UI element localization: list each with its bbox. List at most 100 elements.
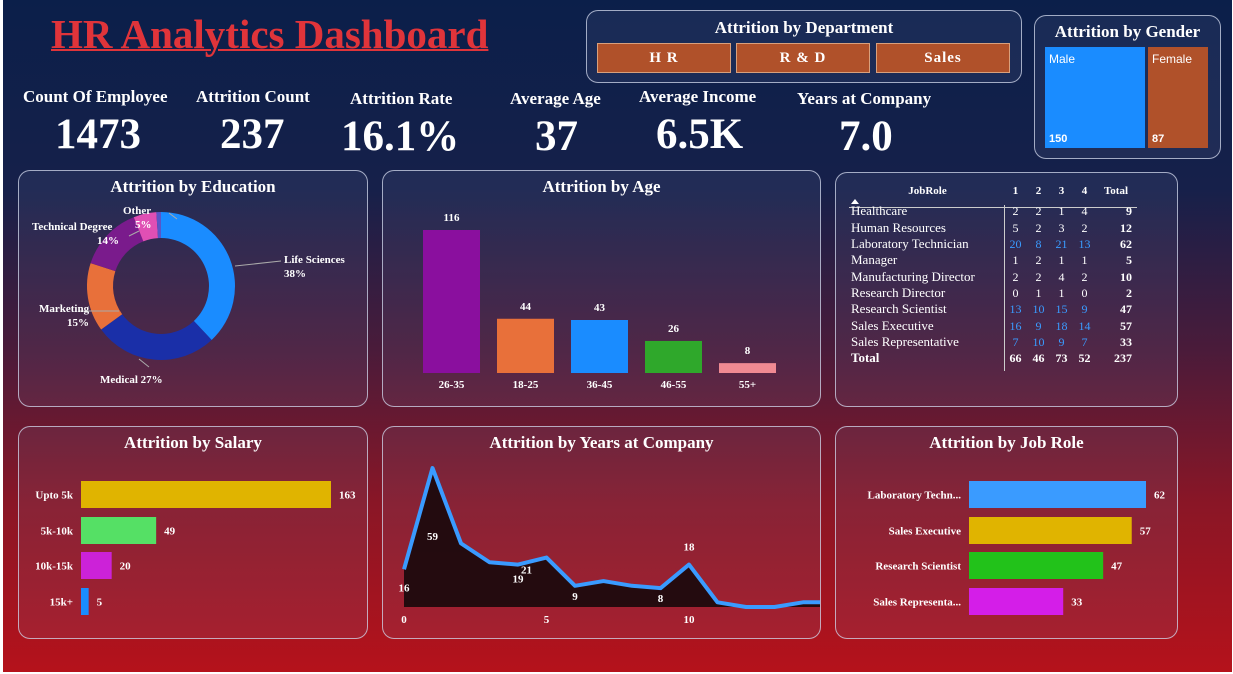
header-jobrole[interactable]: JobRole [851,183,1004,199]
matrix-cell: 13 [1009,302,1022,317]
matrix-total-cell: 57 [1120,318,1132,333]
matrix-row[interactable]: Healthcare 2 2 1 4 9 [851,203,1136,219]
matrix-cell: 1 [1012,253,1019,268]
header-total[interactable]: Total [1096,183,1136,199]
years-point-label: 21 [521,565,532,577]
age-tick-label: 26-35 [439,379,465,391]
matrix-cell: 5 [1012,220,1019,235]
matrix-cell: 3 [1058,220,1065,235]
header-4[interactable]: 4 [1073,183,1096,199]
jobrole-category-label: Research Scientist [875,561,961,573]
leader-line [138,358,150,368]
matrix-grand-total-cell: 66 [1009,351,1022,366]
matrix-total-cell: 33 [1120,334,1132,349]
jobrole-bar-value: 62 [1154,490,1166,502]
header-3[interactable]: 3 [1050,183,1073,199]
age-bar [719,363,776,373]
jobrole-bar [969,481,1146,508]
matrix-total-cell: 9 [1126,204,1132,219]
matrix-row[interactable]: Research Director 0 1 1 0 2 [851,285,1136,301]
matrix-total-cell: 47 [1120,302,1132,317]
years-x-tick: 5 [544,614,550,626]
matrix-cell: 1 [1058,204,1065,219]
jobrole-bar [969,552,1104,579]
jobrole-bar-value: 47 [1111,561,1123,573]
female-tile[interactable]: Female 87 [1148,47,1208,148]
jobrole-matrix: JobRole 1 2 3 4 Total Healthcare 2 2 1 4 9 Hum… [851,183,1136,366]
years-point-label: 59 [427,531,439,543]
department-title: Attrition by Department [714,18,894,37]
matrix-cell: 13 [1078,237,1091,252]
salary-bar-value: 5 [97,597,103,609]
header-1[interactable]: 1 [1004,183,1027,199]
years-area-chart: 165919219 8180 5 10 [399,466,820,626]
matrix-rowlabel: Human Resources [851,219,946,235]
gender-panel: Attrition by Gender Male 150 Female 87 [1034,15,1221,159]
matrix-total-row: Total 66 46 73 52 237 [851,350,1136,366]
matrix-row[interactable]: Manufacturing Director 2 2 4 2 10 [851,268,1136,284]
kpi-label-attrition-count: Attrition Count [196,87,310,106]
matrix-cell: 2 [1035,269,1042,284]
matrix-rowlabel: Sales Representative [851,333,959,349]
matrix-row[interactable]: Sales Executive 16 9 18 14 57 [851,317,1136,333]
label-other: Other [123,205,152,217]
gender-title: Attrition by Gender [1054,22,1201,41]
salary-bar-value: 49 [164,526,176,538]
matrix-cell: 2 [1081,220,1088,235]
matrix-total-cell: 2 [1126,285,1132,300]
education-donut-chart [79,212,282,368]
page-title: HR Analytics Dashboard [51,11,489,57]
education-panel: Attrition by Education Life Sciences 38%… [18,170,368,407]
matrix-row[interactable]: Sales Representative 7 10 9 7 33 [851,334,1136,350]
dept-button-rd[interactable]: R & D [736,43,870,73]
jobrole-bar-value: 57 [1140,526,1152,538]
age-bar-chart: 116 26-35 44 18-25 43 36-45 26 46-55 8 55+ [423,212,776,391]
jobrole-bar [969,517,1132,544]
jobrole-category-label: Sales Representa... [873,597,961,609]
years-panel: Attrition by Years at Company 16 59 19 21 9 8… [382,426,821,639]
label-marketing-pct: 15% [67,317,89,329]
dashboard-canvas: HR Analytics Dashboard Attrition by Depa… [3,0,1232,672]
matrix-rowlabel: Manager [851,252,898,268]
matrix-row[interactable]: Human Resources 5 2 3 2 12 [851,220,1136,236]
age-bar [571,319,628,373]
salary-bar-chart: Upto 5k 163 5k-10k 49 10k-15k 20 15k+ 5 [35,481,356,615]
male-label: Male [1049,52,1076,66]
dept-button-sales[interactable]: Sales [876,43,1010,73]
matrix-cell: 8 [1035,237,1042,252]
matrix-row[interactable]: Manager 1 2 1 1 5 [851,252,1136,268]
label-technical-degree: Technical Degree [32,221,113,233]
header-2[interactable]: 2 [1027,183,1050,199]
matrix-cell: 20 [1009,237,1022,252]
dept-button-hr[interactable]: H R [597,43,731,73]
age-bar-value: 26 [668,323,680,335]
matrix-row[interactable]: Laboratory Technician 20 8 21 13 62 [851,236,1136,252]
salary-bar [81,517,157,544]
years-x-tick: 0 [401,614,407,626]
salary-category-label: 10k-15k [35,561,74,573]
jobrole-category-label: Sales Executive [889,526,962,538]
department-panel: Attrition by Department H R R & D Sales [586,10,1022,83]
matrix-cell: 2 [1035,253,1042,268]
years-x-tick: 10 [684,614,696,626]
salary-category-label: 15k+ [50,597,73,609]
matrix-rowlabel: Research Director [851,284,946,300]
matrix-cell: 18 [1055,318,1068,333]
matrix-cell: 1 [1058,253,1065,268]
matrix-row[interactable]: Research Scientist 13 10 15 9 47 [851,301,1136,317]
matrix-rowlabel: Laboratory Technician [851,236,969,252]
salary-bar [81,481,331,508]
kpi-label-average-income: Average Income [639,87,757,106]
matrix-cell: 2 [1035,204,1042,219]
kpi-label-average-age: Average Age [510,89,601,108]
male-tile[interactable]: Male 150 [1045,47,1145,148]
jobrole-category-label: Laboratory Techn... [867,490,961,502]
matrix-rowlabel: Research Scientist [851,301,947,317]
matrix-cell: 7 [1081,334,1088,349]
kpi-value-average-income: 6.5K [656,111,744,158]
salary-bar [81,552,112,579]
jobrole-bar [969,588,1064,615]
donut-slice [161,212,236,340]
salary-category-label: 5k-10k [41,526,74,538]
age-bar [497,318,554,373]
